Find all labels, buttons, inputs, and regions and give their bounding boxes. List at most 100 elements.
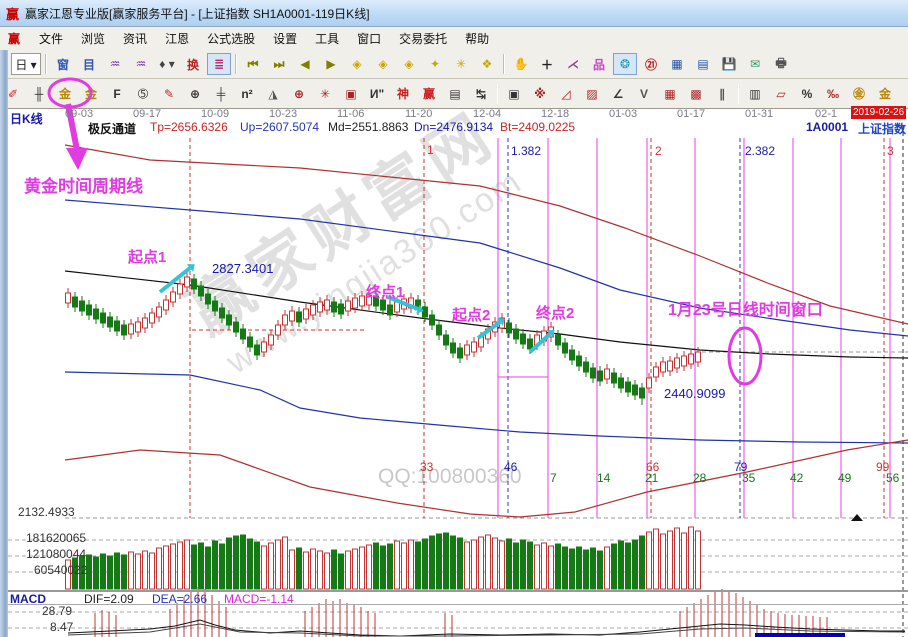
date-tick: 01-03	[609, 108, 637, 120]
fibonacci-icon[interactable]: F	[105, 83, 129, 105]
volume-macd-separator	[0, 590, 908, 592]
notes-icon[interactable]: ▤	[691, 53, 715, 75]
golden-section-icon[interactable]: 金	[53, 83, 77, 105]
ma3-icon[interactable]: ♒	[103, 53, 127, 75]
menu-帮助[interactable]: 帮助	[456, 30, 498, 48]
toolbar-separator	[738, 84, 739, 104]
date-tick: 02-1	[815, 108, 837, 120]
volume-tick-3: 60540022	[34, 563, 87, 577]
grid-fan-icon[interactable]: ▨	[580, 83, 604, 105]
pencil-icon[interactable]: ✎	[157, 83, 181, 105]
date-tick: 12-04	[473, 108, 501, 120]
gold-circle-icon[interactable]: ㊎	[847, 83, 871, 105]
percent-chart-icon[interactable]: ▱	[769, 83, 793, 105]
parallel-icon[interactable]: ∥	[710, 83, 734, 105]
ruler123-icon[interactable]: ▤	[443, 83, 467, 105]
next-icon[interactable]: ▶	[319, 53, 343, 75]
angle-tool-icon[interactable]: ⋌	[561, 53, 585, 75]
ma9-icon[interactable]: ♒	[129, 53, 153, 75]
zoom-all-icon[interactable]: ❖	[475, 53, 499, 75]
timeline-number: 1.382	[511, 144, 541, 158]
box-tool-icon[interactable]: ▣	[502, 83, 526, 105]
menu-资讯[interactable]: 资讯	[114, 30, 156, 48]
ying-icon[interactable]: 赢	[417, 83, 441, 105]
last-page-icon[interactable]: ⏭	[267, 53, 291, 75]
toolbar-separator	[45, 54, 47, 74]
hand-tool-icon[interactable]: ✋	[509, 53, 533, 75]
symbol-code: 1A0001	[806, 120, 848, 134]
zoom-out-icon[interactable]: ✳	[449, 53, 473, 75]
vee-icon[interactable]: V	[632, 83, 656, 105]
menu-文件[interactable]: 文件	[30, 30, 72, 48]
menu-窗口[interactable]: 窗口	[348, 30, 390, 48]
wave5-icon[interactable]: ➄	[131, 83, 155, 105]
menu-公式选股[interactable]: 公式选股	[198, 30, 264, 48]
zoom-right-icon[interactable]: ◈	[371, 53, 395, 75]
n-wave-icon[interactable]: И"	[365, 83, 389, 105]
app-logo-icon: 赢	[6, 4, 19, 23]
grid-icon[interactable]: ▦	[658, 83, 682, 105]
rays-icon[interactable]: ※	[528, 83, 552, 105]
annotation-text: 1月23号日线时间窗口	[668, 296, 823, 320]
profile-icon[interactable]: ❂	[613, 53, 637, 75]
channel-tp-value: Tp=2656.6326	[150, 120, 228, 134]
candle-style-icon[interactable]: ♦ ▾	[155, 53, 179, 75]
timeline-number: 21	[645, 471, 658, 485]
menu-工具[interactable]: 工具	[306, 30, 348, 48]
ruler-icon[interactable]: ╪	[209, 83, 233, 105]
macd-tick-2: 8.47	[50, 620, 73, 634]
quote-list-icon[interactable]: 目	[77, 53, 101, 75]
crosshair-icon[interactable]: ＋	[535, 53, 559, 75]
volume-tick-1: 181620065	[26, 531, 86, 545]
gann-line-icon[interactable]: ╫	[27, 83, 51, 105]
channel-bt-value: Bt=2409.0225	[500, 120, 575, 134]
trend-angle-icon[interactable]: ∠	[606, 83, 630, 105]
period-label: 日K线	[10, 110, 43, 127]
period-day-selector[interactable]: 日 ▾	[11, 53, 41, 75]
grid-chart-icon[interactable]: 窗	[51, 53, 75, 75]
timeline-number: 33	[420, 460, 433, 474]
zoom-left-icon[interactable]: ◈	[345, 53, 369, 75]
pin-tool-icon[interactable]: 品	[587, 53, 611, 75]
indicator-name[interactable]: 极反通道	[88, 120, 136, 137]
gann-box-icon[interactable]: ▣	[339, 83, 363, 105]
stats-icon[interactable]: ▥	[743, 83, 767, 105]
macd-tick-1: 28.79	[42, 604, 72, 618]
fan-icon[interactable]: ◿	[554, 83, 578, 105]
note2-icon[interactable]: ♪	[899, 83, 908, 105]
menu-浏览[interactable]: 浏览	[72, 30, 114, 48]
timeline-number: 46	[504, 460, 517, 474]
angle-icon[interactable]: ◮	[261, 83, 285, 105]
star-icon[interactable]: ✳	[313, 83, 337, 105]
printer-icon[interactable]: 🖶	[769, 53, 793, 75]
title-bar[interactable]: 赢 赢家江恩专业版[赢家服务平台] - [上证指数 SH1A0001-119日K…	[0, 0, 908, 27]
zoom-in-icon[interactable]: ✦	[423, 53, 447, 75]
window-left-frame	[0, 50, 8, 637]
mail-icon[interactable]: ✉	[743, 53, 767, 75]
zoom-h-icon[interactable]: ◈	[397, 53, 421, 75]
date-tick: 10-09	[201, 108, 229, 120]
save-icon[interactable]: 💾	[717, 53, 741, 75]
date-tick: 11-06	[337, 108, 364, 120]
first-page-icon[interactable]: ⏮	[241, 53, 265, 75]
menu-设置[interactable]: 设置	[264, 30, 306, 48]
calendar-icon[interactable]: ㉑	[639, 53, 663, 75]
gold-line-icon[interactable]: 金	[873, 83, 897, 105]
span-icon[interactable]: ↹	[469, 83, 493, 105]
app-window: 赢 赢家江恩专业版[赢家服务平台] - [上证指数 SH1A0001-119日K…	[0, 0, 908, 637]
prev-icon[interactable]: ◀	[293, 53, 317, 75]
menu-江恩[interactable]: 江恩	[156, 30, 198, 48]
menu-交易委托[interactable]: 交易委托	[390, 30, 456, 48]
target-icon[interactable]: ⊕	[287, 83, 311, 105]
gann-wheel-icon[interactable]: ⊕	[183, 83, 207, 105]
percent-line-icon[interactable]: ‰	[821, 83, 845, 105]
indicator-switch-icon[interactable]: 换	[181, 53, 205, 75]
grid-box-icon[interactable]: ▩	[684, 83, 708, 105]
golden-price-icon[interactable]: 金	[79, 83, 103, 105]
percent-icon[interactable]: %	[795, 83, 819, 105]
shen-icon[interactable]: 神	[391, 83, 415, 105]
calculator-icon[interactable]: ▦	[665, 53, 689, 75]
annotation-text: 起点2	[452, 304, 490, 325]
color-chart-icon[interactable]: ≣	[207, 53, 231, 75]
n2-icon[interactable]: n²	[235, 83, 259, 105]
